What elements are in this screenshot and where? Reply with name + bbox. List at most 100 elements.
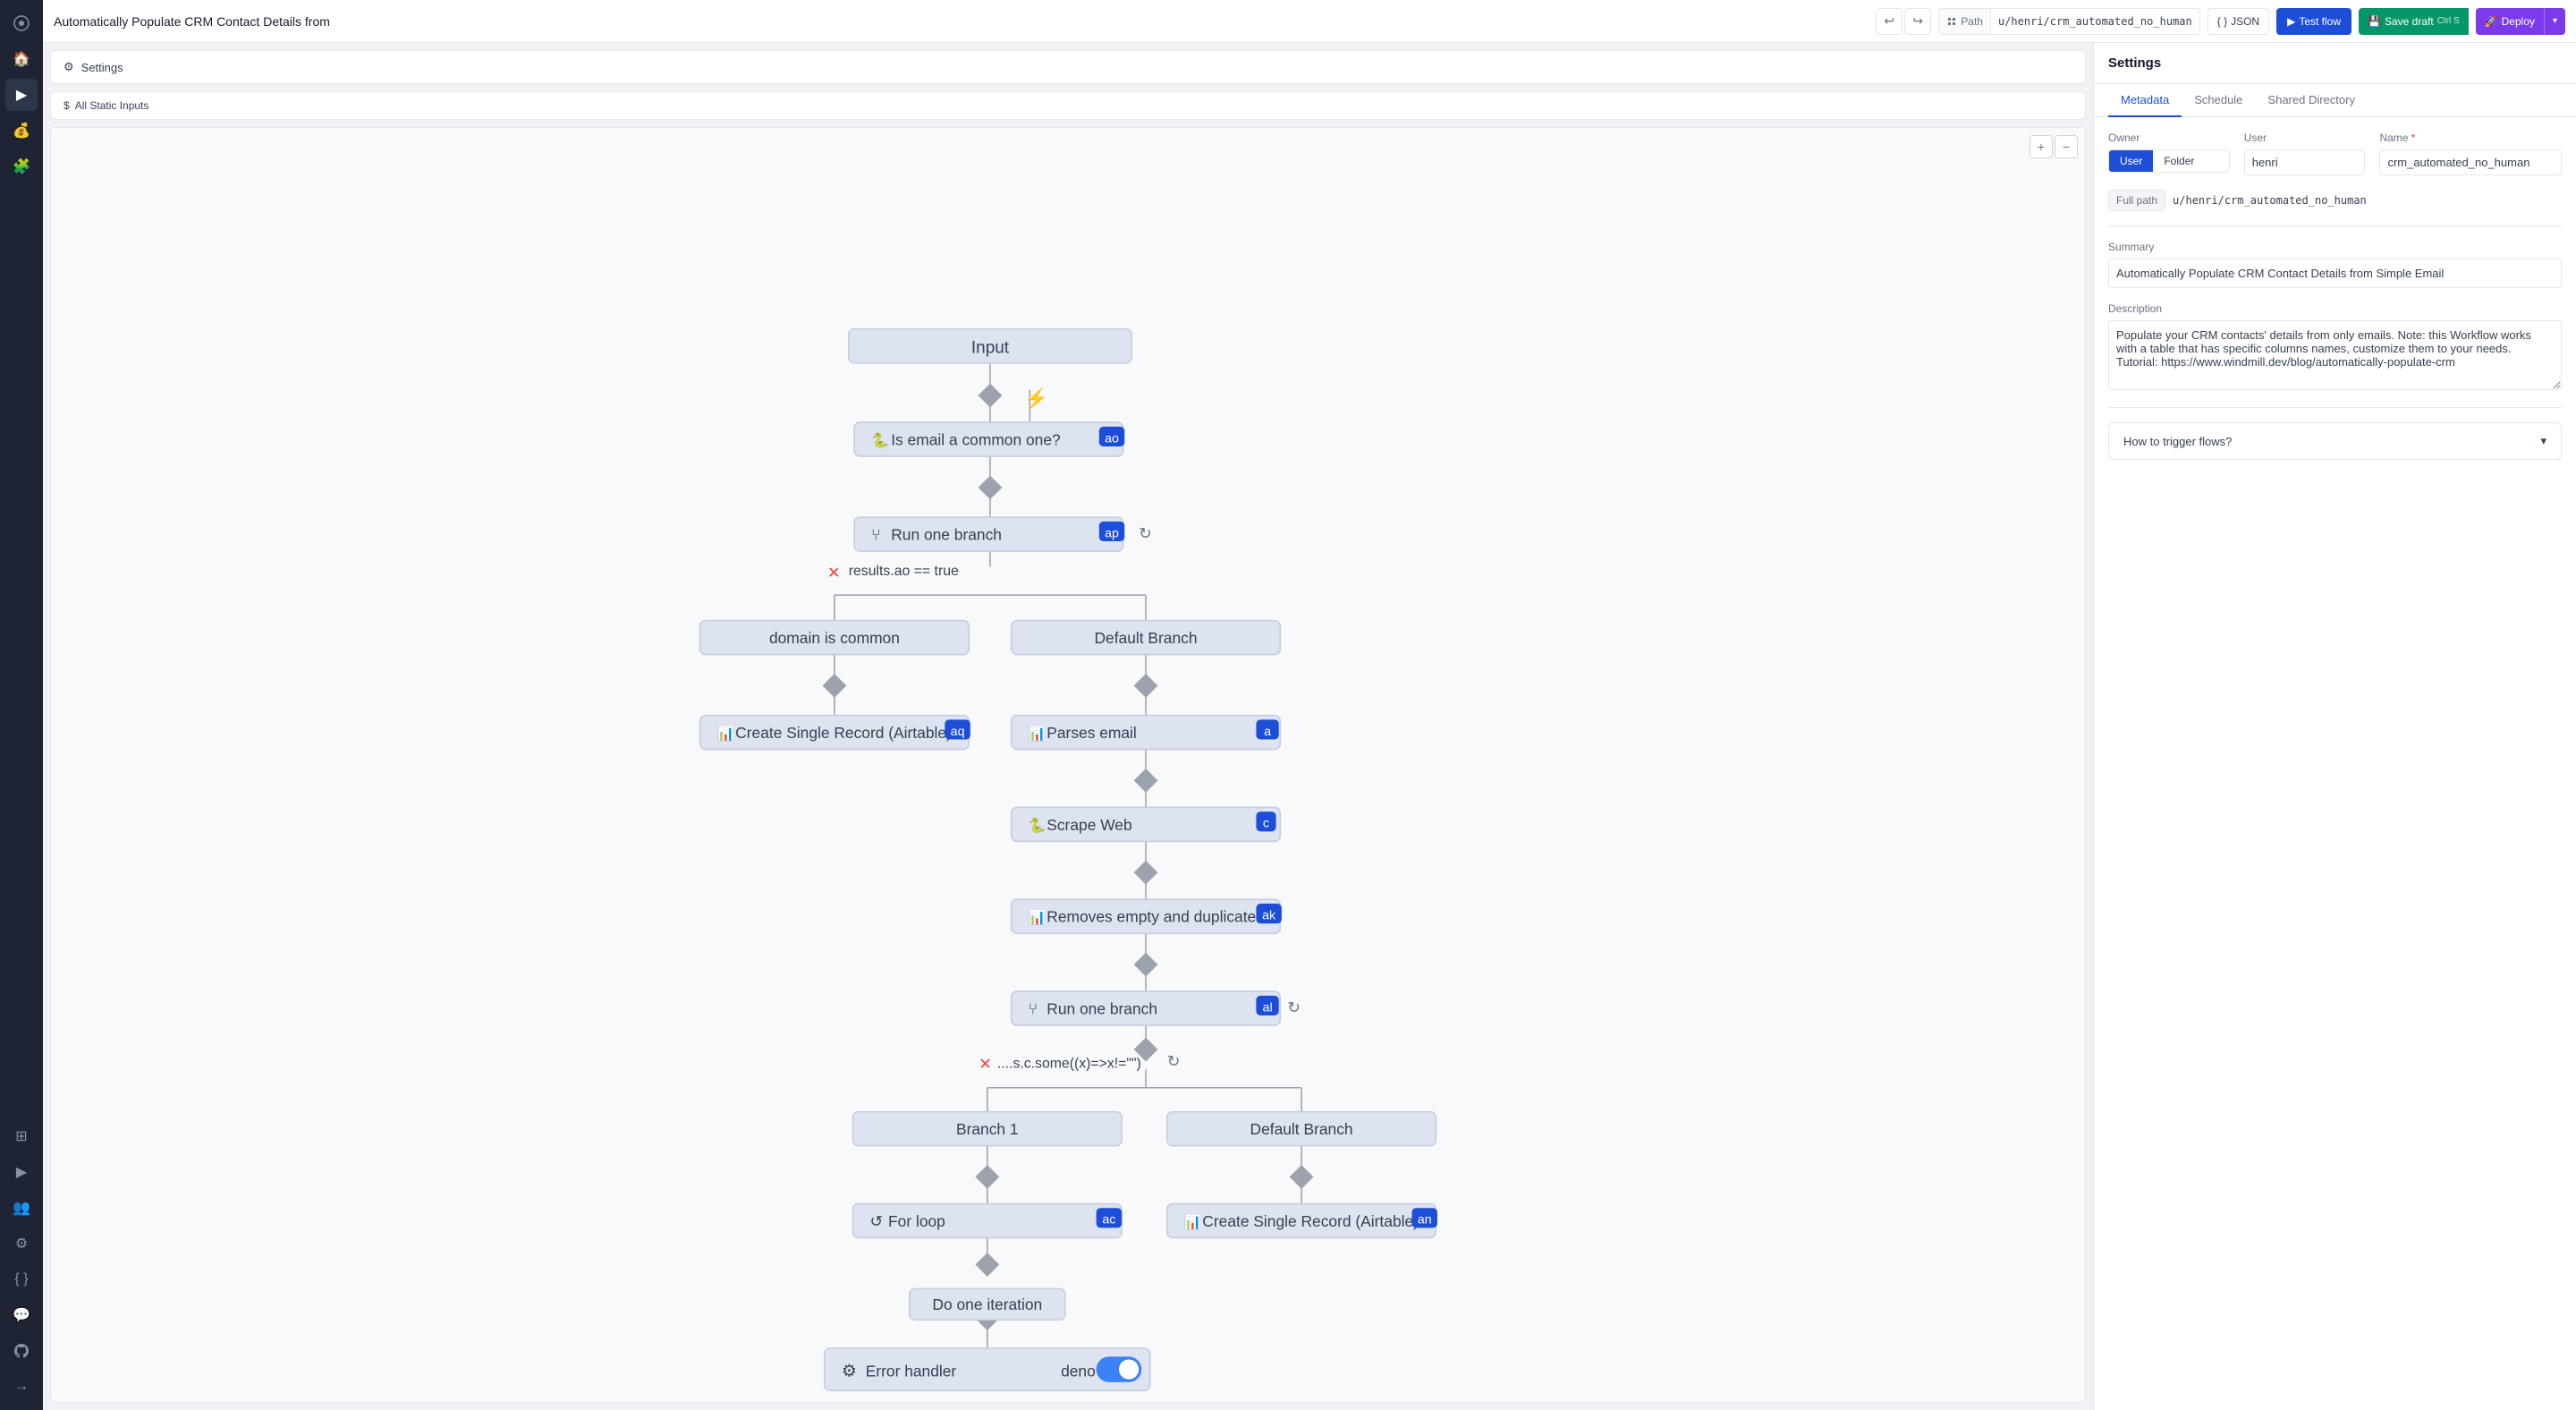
- svg-text:↻: ↻: [1287, 998, 1301, 1016]
- json-button[interactable]: { } JSON: [2207, 8, 2269, 35]
- name-label: Name *: [2379, 132, 2562, 144]
- zoom-out-button[interactable]: −: [2055, 135, 2078, 158]
- svg-text:⚡: ⚡: [1024, 386, 1049, 411]
- svg-text:⚙: ⚙: [842, 1363, 857, 1381]
- sidebar-settings[interactable]: ⚙: [5, 1227, 38, 1260]
- summary-label: Summary: [2108, 241, 2562, 253]
- sidebar-puzzle[interactable]: 🧩: [5, 150, 38, 183]
- sidebar-logo[interactable]: [5, 7, 38, 39]
- settings-panel: Settings Metadata Schedule Shared Direct…: [2093, 43, 2576, 1410]
- sidebar-discord[interactable]: 💬: [5, 1299, 38, 1331]
- user-type-button[interactable]: User: [2109, 150, 2153, 172]
- svg-text:an: an: [1418, 1213, 1432, 1227]
- test-flow-button[interactable]: ▶ Test flow: [2276, 8, 2351, 35]
- svg-text:🐍: 🐍: [871, 431, 889, 448]
- how-to-trigger-section[interactable]: How to trigger flows? ▾: [2108, 422, 2562, 460]
- content-area: ⚙ Settings $ All Static Inputs + −: [43, 43, 2576, 1410]
- svg-text:Default Branch: Default Branch: [1094, 629, 1197, 647]
- user-label: User: [2244, 132, 2366, 144]
- tab-shared-directory[interactable]: Shared Directory: [2255, 84, 2368, 117]
- sidebar: 🏠 ▶ 💰 🧩 ⊞ ▶ 👥 ⚙ { } 💬 →: [0, 0, 43, 1410]
- description-label: Description: [2108, 302, 2562, 315]
- svg-text:Create Single Record (Airtable: Create Single Record (Airtable): [735, 724, 952, 742]
- save-draft-button[interactable]: 💾 Save draft Ctrl S: [2359, 8, 2469, 35]
- save-icon: 💾: [2368, 15, 2381, 28]
- owner-user-name-row: Owner User Folder User Name *: [2108, 132, 2562, 175]
- svg-text:Scrape Web: Scrape Web: [1046, 816, 1131, 834]
- deploy-icon: 🚀: [2485, 15, 2498, 28]
- sidebar-home[interactable]: 🏠: [5, 43, 38, 75]
- svg-text:Default Branch: Default Branch: [1250, 1120, 1353, 1138]
- svg-text:📊: 📊: [1029, 725, 1046, 742]
- svg-text:Run one branch: Run one branch: [891, 525, 1002, 543]
- username-input[interactable]: [2244, 149, 2366, 175]
- sidebar-users[interactable]: 👥: [5, 1192, 38, 1224]
- divider-1: [2108, 225, 2562, 226]
- svg-text:a: a: [1264, 725, 1271, 739]
- dollar-icon: $: [64, 99, 70, 112]
- path-label: Path: [1939, 9, 1991, 34]
- tab-schedule[interactable]: Schedule: [2182, 84, 2255, 117]
- summary-field-group: Summary: [2108, 241, 2562, 288]
- svg-text:ao: ao: [1105, 431, 1119, 446]
- description-field-group: Description: [2108, 302, 2562, 393]
- svg-text:Is email a common one?: Is email a common one?: [891, 430, 1061, 448]
- svg-text:aq: aq: [951, 725, 965, 739]
- svg-text:⑂: ⑂: [1029, 999, 1038, 1017]
- sidebar-arrow[interactable]: →: [5, 1371, 38, 1403]
- full-path-value: u/henri/crm_automated_no_human: [2173, 194, 2367, 207]
- svg-text:↻: ↻: [1167, 1052, 1181, 1070]
- sidebar-code[interactable]: { }: [5, 1263, 38, 1295]
- svg-text:↻: ↻: [1139, 524, 1152, 542]
- sidebar-grid[interactable]: ⊞: [5, 1120, 38, 1152]
- svg-text:Do one iteration: Do one iteration: [932, 1295, 1042, 1313]
- svg-text:Branch 1: Branch 1: [956, 1120, 1019, 1138]
- deploy-group: 🚀 Deploy ▾: [2476, 8, 2565, 35]
- deploy-chevron-button[interactable]: ▾: [2544, 8, 2565, 35]
- flow-diagram-svg: ⚡ ✕ results.ao == true: [51, 128, 2085, 1402]
- flow-canvas: + −: [50, 127, 2086, 1403]
- settings-panel-title: Settings: [2094, 43, 2576, 84]
- deploy-button[interactable]: 🚀 Deploy: [2476, 8, 2544, 35]
- owner-label: Owner: [2108, 132, 2230, 144]
- static-inputs-bar[interactable]: $ All Static Inputs: [50, 91, 2086, 120]
- svg-text:....s.c.some((x)=>x!=""): ....s.c.some((x)=>x!=""): [997, 1057, 1141, 1072]
- svg-text:c: c: [1263, 817, 1269, 831]
- main-content: Automatically Populate CRM Contact Detai…: [43, 0, 2576, 1410]
- svg-text:Removes empty and duplicates: Removes empty and duplicates: [1046, 908, 1264, 926]
- description-textarea[interactable]: [2108, 320, 2562, 390]
- sidebar-flows[interactable]: ▶: [5, 79, 38, 111]
- json-icon: { }: [2217, 15, 2227, 28]
- summary-input[interactable]: [2108, 259, 2562, 288]
- undo-button[interactable]: ↩: [1876, 8, 1902, 35]
- svg-text:al: al: [1263, 1000, 1273, 1015]
- path-bar: Path u/henri/crm_automated_no_human: [1938, 8, 2199, 35]
- owner-type-toggle: User Folder: [2108, 149, 2230, 173]
- svg-text:🐍: 🐍: [1029, 817, 1046, 834]
- svg-text:⑂: ⑂: [871, 525, 880, 543]
- save-draft-group: 💾 Save draft Ctrl S: [2359, 8, 2469, 35]
- svg-text:Create Single Record (Airtable: Create Single Record (Airtable): [1202, 1212, 1419, 1230]
- sidebar-money[interactable]: 💰: [5, 115, 38, 147]
- flow-settings-header: ⚙ Settings: [50, 50, 2086, 84]
- svg-text:results.ao == true: results.ao == true: [849, 564, 959, 579]
- zoom-in-button[interactable]: +: [2029, 135, 2053, 158]
- svg-text:ap: ap: [1105, 526, 1119, 540]
- user-col: User: [2244, 132, 2366, 175]
- flow-panel: ⚙ Settings $ All Static Inputs + −: [43, 43, 2093, 1410]
- settings-tabs: Metadata Schedule Shared Directory: [2094, 84, 2576, 117]
- flow-name-input[interactable]: [2379, 149, 2562, 175]
- folder-type-button[interactable]: Folder: [2153, 150, 2205, 172]
- path-value: u/henri/crm_automated_no_human: [1991, 15, 2199, 28]
- tab-metadata[interactable]: Metadata: [2108, 84, 2182, 117]
- sidebar-github[interactable]: [5, 1335, 38, 1367]
- undo-redo-group: ↩ ↪: [1876, 8, 1931, 35]
- svg-text:📊: 📊: [1029, 909, 1046, 926]
- svg-text:Parses email: Parses email: [1046, 724, 1137, 742]
- redo-button[interactable]: ↪: [1904, 8, 1931, 35]
- svg-text:For loop: For loop: [888, 1212, 945, 1230]
- svg-text:ac: ac: [1102, 1213, 1115, 1227]
- sidebar-play[interactable]: ▶: [5, 1156, 38, 1188]
- settings-icon: ⚙: [64, 60, 74, 74]
- svg-text:📊: 📊: [717, 725, 735, 742]
